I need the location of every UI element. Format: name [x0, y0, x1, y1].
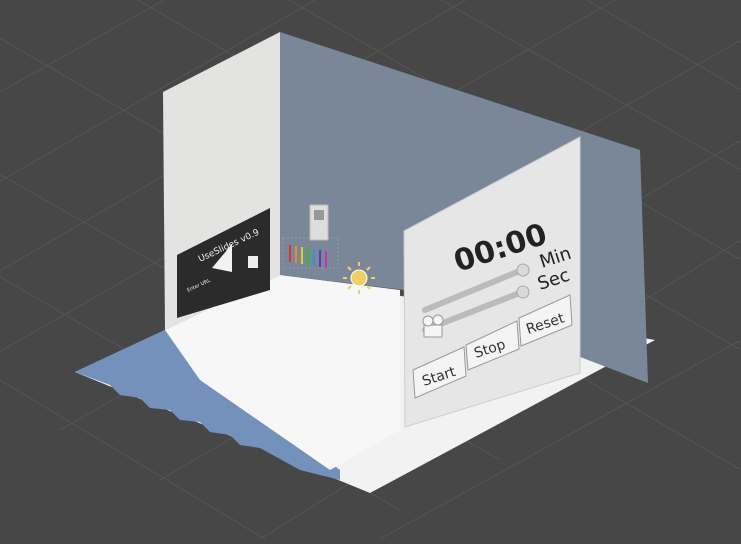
- qr-code-icon: [248, 256, 258, 268]
- min-slider-handle[interactable]: [516, 263, 530, 277]
- wall-poster: [309, 204, 329, 241]
- camera-gizmo-icon[interactable]: [422, 314, 444, 338]
- sec-slider-handle[interactable]: [516, 285, 530, 299]
- scene-viewport[interactable]: UseSlides v0.9 Enter URL 00:00 Min Sec R…: [0, 0, 741, 544]
